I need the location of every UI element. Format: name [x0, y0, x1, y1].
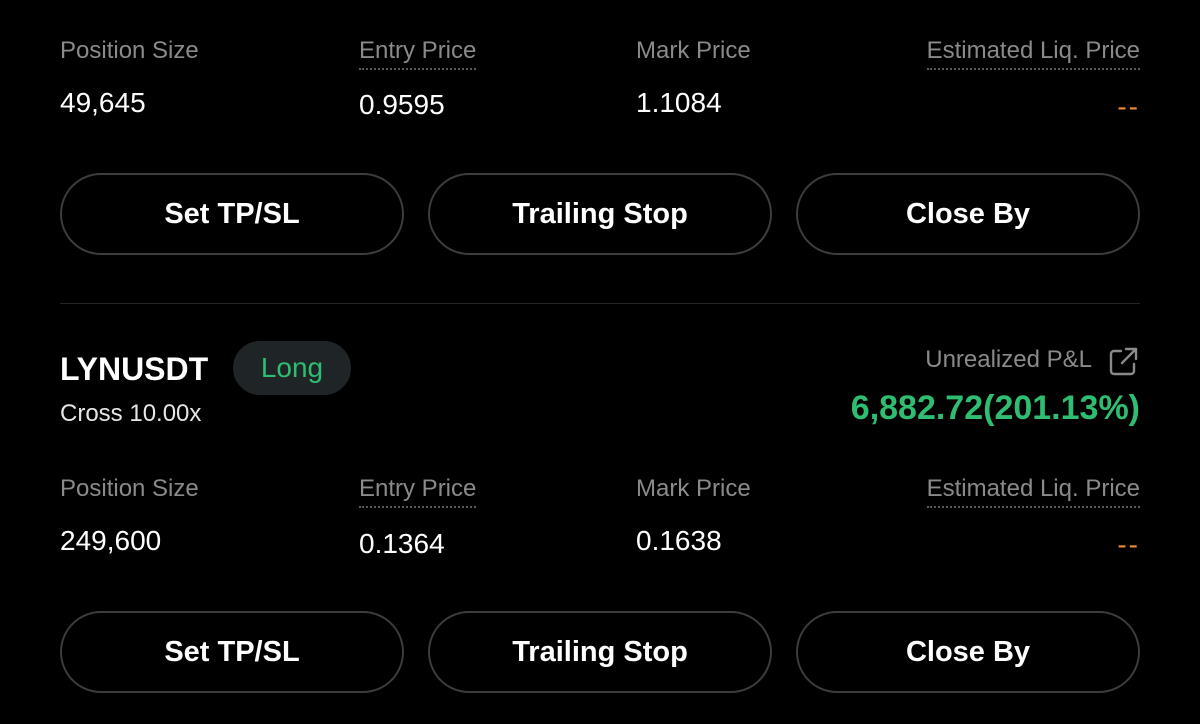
mark-price-value: 0.1638 [636, 525, 722, 556]
position-size-label: Position Size [60, 475, 199, 502]
entry-price-label[interactable]: Entry Price [359, 36, 477, 70]
entry-price-value: 0.9595 [359, 89, 445, 120]
entry-price-value: 0.1364 [359, 528, 445, 559]
close-by-button[interactable]: Close By [796, 173, 1140, 255]
external-link-icon[interactable] [1106, 345, 1140, 379]
est-liq-price-value: -- [1117, 529, 1140, 560]
close-by-button[interactable]: Close By [796, 611, 1140, 693]
margin-mode: Cross 10.00x [60, 400, 202, 427]
unrealized-pnl-value: 6,882.72(201.13%) [850, 389, 1140, 427]
position-size-value: 249,600 [60, 525, 162, 556]
unrealized-pnl-label: Unrealized P&L [925, 346, 1092, 373]
entry-price-label[interactable]: Entry Price [359, 474, 477, 508]
trailing-stop-button[interactable]: Trailing Stop [428, 173, 772, 255]
position-size-value: 49,645 [60, 87, 146, 118]
mark-price-label: Mark Price [636, 37, 751, 64]
est-liq-price-label[interactable]: Estimated Liq. Price [926, 474, 1140, 508]
position-divider [60, 303, 1140, 304]
est-liq-price-label[interactable]: Estimated Liq. Price [926, 36, 1140, 70]
mark-price-value: 1.1084 [636, 87, 722, 118]
set-tpsl-button[interactable]: Set TP/SL [60, 173, 404, 255]
symbol-name[interactable]: LYNUSDT [60, 349, 208, 389]
mark-price-label: Mark Price [636, 475, 751, 502]
set-tpsl-button[interactable]: Set TP/SL [60, 611, 404, 693]
trailing-stop-button[interactable]: Trailing Stop [428, 611, 772, 693]
position-size-label: Position Size [60, 37, 199, 64]
side-badge: Long [233, 341, 351, 395]
est-liq-price-value: -- [1117, 91, 1140, 122]
